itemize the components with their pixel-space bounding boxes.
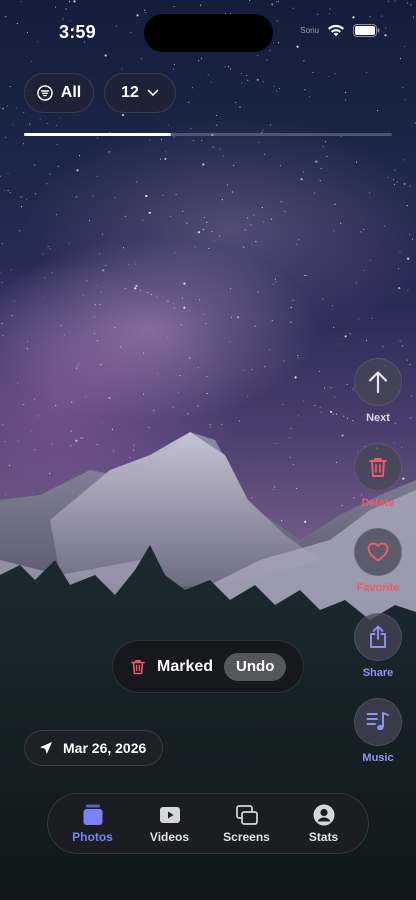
music-button[interactable]: [354, 698, 402, 746]
status-time: 3:59: [59, 22, 96, 42]
battery-icon: [353, 24, 380, 37]
music-label: Music: [362, 752, 394, 764]
share-label: Share: [362, 667, 394, 679]
photo-date-chip[interactable]: Mar 26, 2026: [24, 730, 164, 766]
photo-date: Mar 26, 2026: [63, 740, 147, 756]
share-button[interactable]: [354, 613, 402, 661]
stats-icon: [313, 804, 334, 826]
toast-message: Marked: [157, 657, 214, 675]
tab-screens[interactable]: Screens: [210, 803, 284, 844]
bottom-tab-bar: Photos Videos Screens Stats: [47, 793, 369, 854]
tab-photos[interactable]: Photos: [56, 803, 130, 844]
delete-action[interactable]: Delete: [353, 443, 403, 509]
share-icon: [370, 625, 386, 648]
status-indicators: Sonu: [300, 24, 380, 37]
videos-icon: [159, 807, 180, 823]
tab-stats[interactable]: Stats: [287, 803, 361, 844]
tab-videos[interactable]: Videos: [133, 803, 207, 844]
undo-button[interactable]: Undo: [224, 652, 287, 681]
favorite-action[interactable]: Favorite: [353, 528, 403, 594]
next-action[interactable]: Next: [353, 358, 403, 424]
tab-label: Photos: [72, 830, 113, 844]
filter-icon: [37, 85, 53, 101]
screens-icon: [235, 805, 258, 825]
share-action[interactable]: Share: [353, 613, 403, 679]
count-dropdown-label: 12: [121, 84, 139, 101]
review-progress-fill: [24, 133, 172, 136]
trash-icon: [131, 659, 145, 674]
heart-icon: [367, 542, 389, 562]
favorite-button[interactable]: [354, 528, 402, 576]
delete-label: Delete: [361, 497, 395, 509]
music-list-icon: [366, 712, 389, 731]
tab-label: Screens: [223, 830, 270, 844]
wifi-icon: [328, 24, 344, 37]
chevron-down-icon: [147, 89, 159, 96]
next-button[interactable]: [354, 358, 402, 406]
trash-icon: [369, 458, 387, 477]
filter-all-button[interactable]: All: [24, 73, 94, 113]
dynamic-island: [144, 14, 273, 52]
arrow-up-icon: [368, 371, 388, 394]
tab-label: Stats: [308, 830, 339, 844]
filter-all-label: All: [60, 84, 82, 101]
carrier-label: Sonu: [300, 26, 319, 35]
review-progress-bar: [24, 133, 392, 136]
favorite-label: Favorite: [356, 582, 400, 594]
tab-label: Videos: [149, 830, 190, 844]
photos-icon: [83, 804, 102, 825]
music-action[interactable]: Music: [353, 698, 403, 764]
count-dropdown[interactable]: 12: [104, 73, 176, 113]
location-arrow-icon: [40, 742, 52, 754]
next-label: Next: [366, 412, 390, 424]
delete-button[interactable]: [354, 443, 402, 491]
marked-toast: Marked Undo: [112, 640, 304, 693]
